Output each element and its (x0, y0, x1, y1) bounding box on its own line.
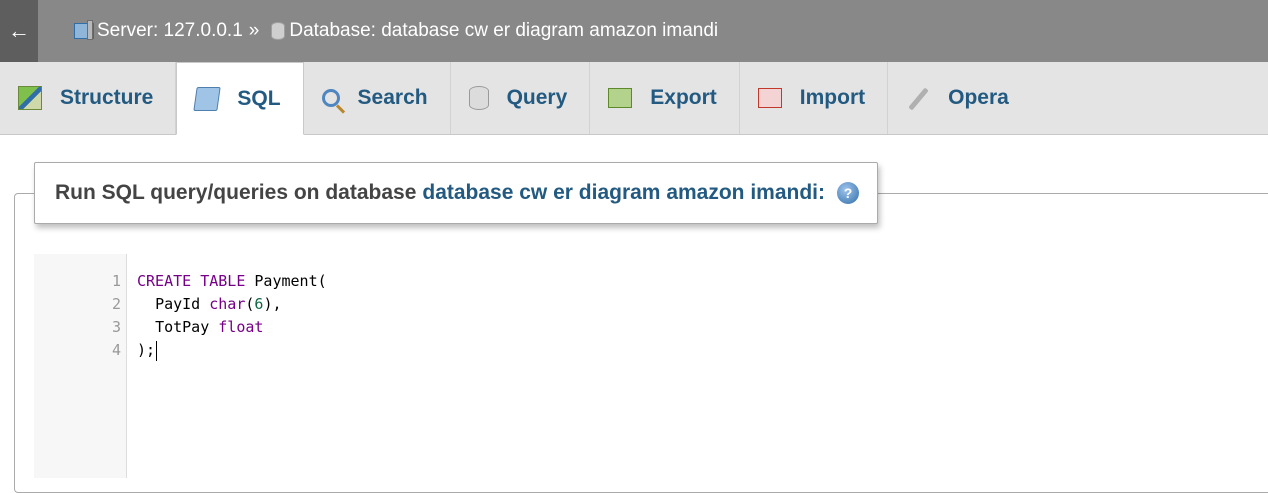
tab-label: Query (506, 86, 568, 109)
tab-bar: Structure SQL Search Query Export Import… (0, 62, 1268, 135)
tab-label: Import (799, 86, 866, 109)
line-number: 1 (111, 272, 121, 290)
sql-editor[interactable]: 1 CREATE TABLE Payment( 2 PayId char(6),… (34, 254, 1268, 478)
query-icon (468, 86, 489, 110)
heading-database-link[interactable]: database cw er diagram amazon imandi: (422, 181, 825, 205)
breadcrumb-separator: » (248, 20, 260, 41)
tab-label: Opera (948, 86, 1009, 109)
help-icon[interactable]: ? (837, 182, 860, 204)
punctuation: ( (317, 272, 327, 290)
tab-query[interactable]: Query (451, 62, 591, 134)
breadcrumb-server-link[interactable]: Server: 127.0.0.1 (97, 20, 243, 42)
page-title: Run SQL query/queries on database databa… (34, 162, 879, 224)
code-line: 3 TotPay float (34, 316, 327, 339)
tab-structure[interactable]: Structure (0, 62, 177, 134)
punctuation: ); (137, 341, 156, 359)
back-arrow-icon[interactable]: ← (0, 0, 38, 62)
tab-search[interactable]: Search (304, 62, 451, 134)
export-icon (608, 88, 633, 108)
structure-icon (18, 86, 42, 110)
tab-export[interactable]: Export (590, 62, 740, 134)
breadcrumb: ← Server: 127.0.0.1 » Database: database… (0, 0, 1268, 62)
column-name: PayId (155, 295, 201, 313)
search-icon (321, 89, 340, 107)
line-number: 2 (111, 295, 121, 313)
tab-sql[interactable]: SQL (176, 62, 304, 135)
server-icon (74, 20, 94, 40)
column-name: TotPay (155, 318, 210, 336)
sql-type: char (209, 295, 246, 313)
sql-keyword: TABLE (200, 272, 246, 290)
code-line: 2 PayId char(6), (34, 293, 327, 316)
tab-label: Structure (60, 86, 154, 109)
table-name: Payment (254, 272, 318, 290)
sql-type: float (218, 318, 264, 336)
line-number: 3 (111, 318, 121, 336)
code-line: 4 ); (34, 339, 327, 362)
tab-label: SQL (237, 86, 281, 110)
sql-icon (193, 86, 222, 111)
heading-text: Run SQL query/queries on database (55, 181, 417, 204)
database-icon (271, 22, 286, 40)
code-line: 1 CREATE TABLE Payment( (34, 270, 327, 293)
breadcrumb-database-link[interactable]: Database: database cw er diagram amazon … (289, 20, 718, 42)
tab-label: Export (650, 86, 717, 109)
tab-label: Search (357, 86, 428, 109)
punctuation: ), (263, 295, 282, 313)
sql-keyword: CREATE (137, 272, 192, 290)
text-cursor (156, 340, 158, 361)
tab-operations[interactable]: Opera (888, 62, 1031, 134)
tab-import[interactable]: Import (740, 62, 889, 134)
import-icon (757, 88, 782, 108)
line-number: 4 (111, 341, 121, 359)
wrench-icon (906, 86, 930, 110)
